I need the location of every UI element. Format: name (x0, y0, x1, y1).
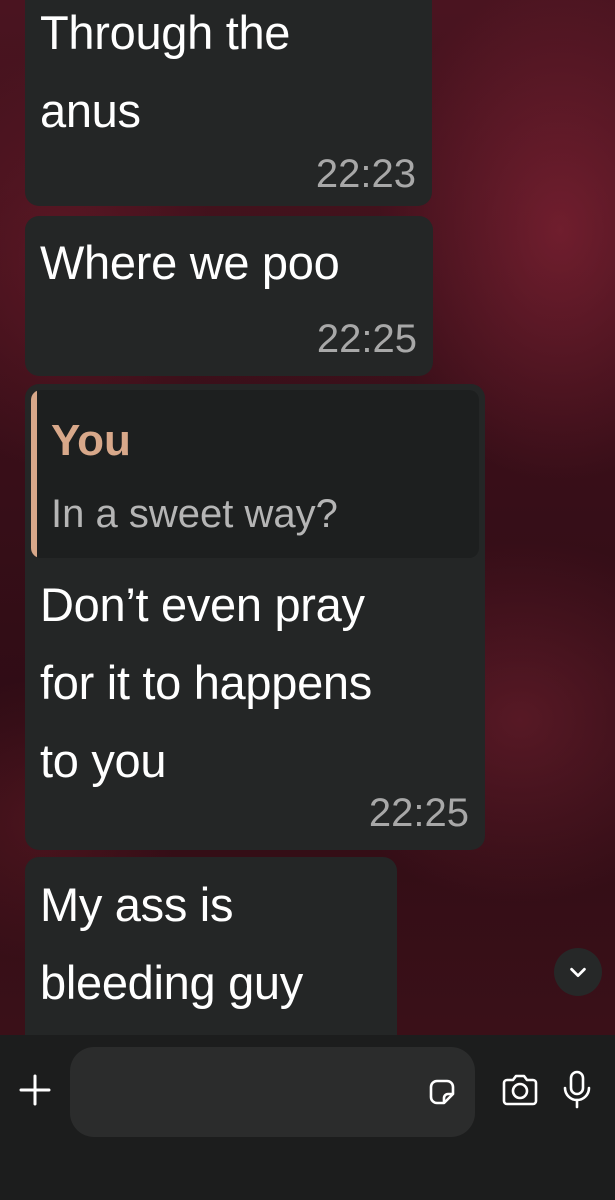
message-composer (0, 1035, 615, 1200)
plus-icon (19, 1074, 51, 1106)
message-text: Don’t even pray for it to happens to you (40, 578, 372, 787)
message-bubble[interactable]: Through the anus 22:23 (25, 0, 432, 206)
message-input[interactable] (92, 1047, 426, 1139)
message-bubble[interactable]: You In a sweet way? Don’t even pray for … (25, 384, 485, 850)
message-text: Where we poo (40, 236, 340, 289)
sticker-icon (429, 1079, 455, 1105)
message-timestamp: 22:23 (315, 152, 416, 196)
quote-accent-bar (31, 390, 37, 558)
message-timestamp: 22:25 (316, 317, 417, 361)
message-bubble[interactable]: Where we poo 22:25 (25, 216, 433, 376)
camera-icon (502, 1074, 538, 1106)
attach-button[interactable] (14, 1069, 56, 1111)
message-text: Through the anus (40, 6, 291, 137)
microphone-icon (563, 1070, 591, 1109)
chevron-down-icon (570, 967, 586, 978)
camera-button[interactable] (500, 1072, 540, 1108)
message-text: My ass is bleeding guy (40, 878, 303, 1009)
message-list[interactable]: Through the anus 22:23 Where we poo 22:2… (0, 0, 615, 1035)
quoted-author: You (51, 416, 131, 465)
quoted-text: In a sweet way? (51, 492, 338, 536)
quoted-message[interactable]: You In a sweet way? (31, 390, 479, 558)
message-timestamp: 22:25 (368, 791, 469, 835)
microphone-button[interactable] (560, 1069, 594, 1111)
message-bubble[interactable]: My ass is bleeding guy (25, 857, 397, 1035)
scroll-to-bottom-button[interactable] (554, 948, 602, 996)
message-input-box[interactable] (70, 1047, 475, 1139)
sticker-button[interactable] (425, 1075, 459, 1109)
